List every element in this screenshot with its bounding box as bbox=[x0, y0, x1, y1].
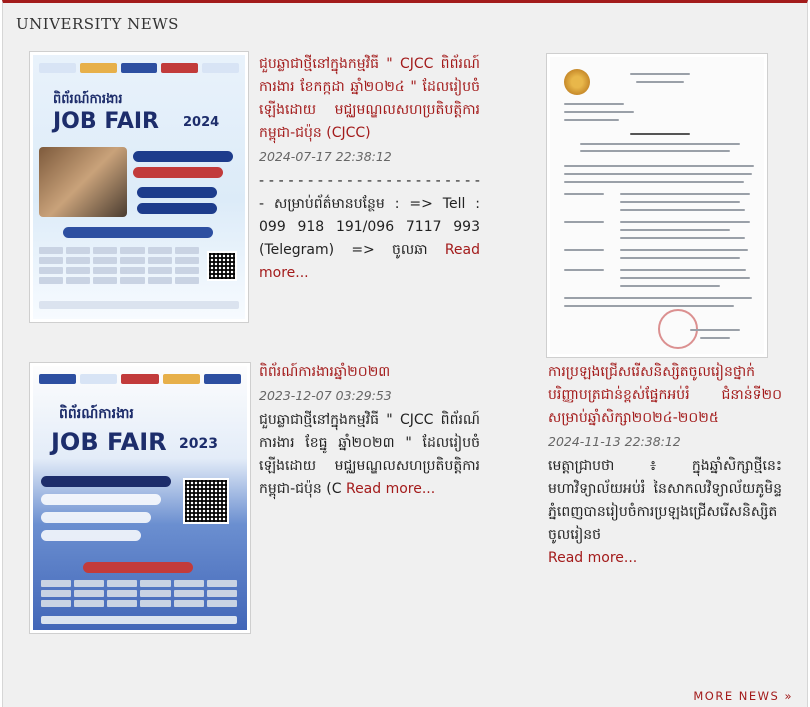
poster-khmer-title: ពិព័រណ៍ការងារ bbox=[53, 92, 123, 107]
article-excerpt: ជួបឆ្លាជាថ្មីនៅក្នុងកម្មវិធី " CJCC ពិព័… bbox=[259, 409, 480, 501]
article-date: 2024-07-17 22:38:12 bbox=[259, 149, 392, 164]
poster-khmer-title: ពិព័រណ៍ការងារ bbox=[59, 406, 134, 422]
article-headline-link[interactable]: ការប្រឡងជ្រើសរើសនិស្សិតចូលរៀនថ្នាក់បរិញ្… bbox=[548, 361, 782, 430]
poster-year: 2023 bbox=[179, 436, 218, 452]
article-date: 2024-11-13 22:38:12 bbox=[548, 434, 681, 449]
article-thumbnail-jobfair-2023[interactable]: ពិព័រណ៍ការងារ JOB FAIR 2023 bbox=[29, 362, 251, 634]
poster-event-title: JOB FAIR bbox=[53, 109, 159, 134]
article-date: 2023-12-07 03:29:53 bbox=[259, 388, 392, 403]
article-2-text: ការប្រឡងជ្រើសរើសនិស្សិតចូលរៀនថ្នាក់បរិញ្… bbox=[548, 361, 782, 570]
poster-year: 2024 bbox=[183, 115, 220, 130]
jobfair-2024-poster-image: ពិព័រណ៍ការងារ JOB FAIR 2024 bbox=[33, 55, 245, 319]
article-headline-link[interactable]: ជួបឆ្លាជាថ្មីនៅក្នុងកម្មវិធី " CJCC ពិព័… bbox=[259, 53, 480, 145]
article-headline-link[interactable]: ពិព័រណ៍ការងារឆ្នាំ២០២៣ bbox=[259, 361, 480, 384]
article-excerpt-text: មេត្តាជ្រាបថា ៖ ក្នុងឆ្នាំសិក្សាថ្មីនេះ … bbox=[548, 458, 782, 543]
read-more-link[interactable]: Read more... bbox=[548, 550, 637, 566]
article-3-text: ពិព័រណ៍ការងារឆ្នាំ២០២៣ 2023-12-07 03:29:… bbox=[259, 361, 480, 501]
university-news-panel: UNIVERSITY NEWS ពិព័រណ៍ការងារ JOB FAIR 2… bbox=[2, 0, 808, 707]
article-excerpt: - - - - - - - - - - - - - - - - - - - - … bbox=[259, 170, 480, 285]
read-more-link[interactable]: Read more... bbox=[346, 481, 435, 497]
poster-event-title: JOB FAIR bbox=[51, 428, 167, 456]
section-title: UNIVERSITY NEWS bbox=[16, 15, 179, 33]
exam-announcement-document-image bbox=[550, 57, 764, 354]
article-thumbnail-exam-announcement[interactable] bbox=[546, 53, 768, 358]
article-excerpt: មេត្តាជ្រាបថា ៖ ក្នុងឆ្នាំសិក្សាថ្មីនេះ … bbox=[548, 455, 782, 570]
article-thumbnail-jobfair-2024[interactable]: ពិព័រណ៍ការងារ JOB FAIR 2024 bbox=[29, 51, 249, 323]
jobfair-2023-poster-image: ពិព័រណ៍ការងារ JOB FAIR 2023 bbox=[33, 366, 247, 630]
more-news-link[interactable]: MORE NEWS » bbox=[693, 689, 793, 703]
article-1-text: ជួបឆ្លាជាថ្មីនៅក្នុងកម្មវិធី " CJCC ពិព័… bbox=[259, 53, 480, 285]
